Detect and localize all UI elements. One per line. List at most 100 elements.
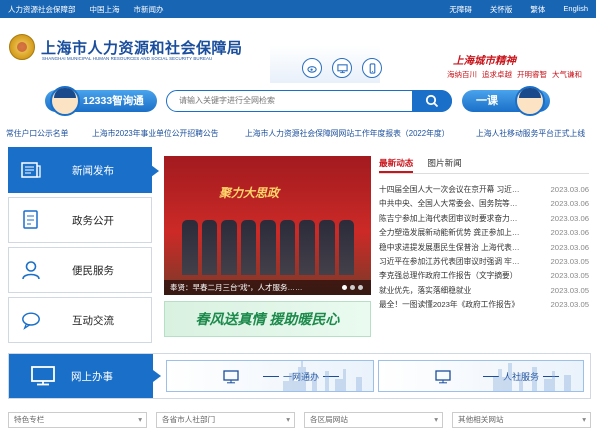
- news-title[interactable]: 稳中求进提发展惠民生保普治 上海代表…: [379, 241, 535, 255]
- assistant-avatar-icon[interactable]: [50, 86, 80, 116]
- list-item[interactable]: 全力塑造发展新动能新优势 龚正参加上… 2023.03.06: [379, 226, 589, 240]
- select-special-columns[interactable]: 特色专栏: [8, 412, 147, 428]
- select-other-sites[interactable]: 其他相关网站: [452, 412, 591, 428]
- monitor-icon: [435, 370, 451, 386]
- list-item[interactable]: 中共中央、全国人大常委会、国务院等… 2023.03.06: [379, 197, 589, 211]
- online-service-bar: 网上办事 一网通办 人社服务: [8, 353, 591, 399]
- chat-icon: [21, 310, 41, 330]
- online-service-label: 网上办事: [71, 370, 113, 383]
- link-mohrss[interactable]: 人力资源社会保障部: [8, 4, 76, 15]
- city-spirit-title: 上海城市精神: [453, 55, 516, 67]
- news-title[interactable]: 中共中央、全国人大常委会、国务院等…: [379, 197, 535, 211]
- search-input[interactable]: 请输入关键字进行全网检索: [166, 90, 452, 112]
- carousel-dot[interactable]: [350, 285, 355, 290]
- nav-public-service[interactable]: 便民服务: [8, 247, 152, 293]
- news-title[interactable]: 李克强总理作政府工作报告（文字摘要）: [379, 269, 535, 283]
- nav-label: 政务公开: [72, 214, 114, 227]
- one-net-service-button[interactable]: 一网通办: [166, 360, 374, 392]
- link-accessibility[interactable]: 无障碍: [449, 4, 472, 15]
- mobile-icon[interactable]: [362, 58, 382, 78]
- search-icon: [425, 94, 439, 108]
- select-district-sites[interactable]: 各区局网站: [304, 412, 443, 428]
- news-date: 2023.03.06: [550, 213, 589, 223]
- spirit-item: 开明睿智: [517, 70, 547, 79]
- list-item[interactable]: 稳中求进提发展惠民生保普治 上海代表… 2023.03.06: [379, 241, 589, 255]
- spirit-item: 追求卓越: [482, 70, 512, 79]
- desktop-icon[interactable]: [332, 58, 352, 78]
- link-china-shanghai[interactable]: 中国上海: [90, 4, 120, 15]
- news-title[interactable]: 全力塑造发展新动能新优势 龚正参加上…: [379, 226, 535, 240]
- news-date: 2023.03.05: [550, 256, 589, 266]
- site-header: 上海市人力资源和社会保障局 SHANGHAI MUNICIPAL HUMAN R…: [0, 18, 596, 85]
- list-item[interactable]: 习近平在参加江苏代表团审议时强调 牢… 2023.03.05: [379, 255, 589, 269]
- top-links-left: 人力资源社会保障部 中国上海 市新闻办: [8, 4, 164, 15]
- list-item[interactable]: 就业优先，落实落细稳就业 2023.03.05: [379, 284, 589, 298]
- news-carousel[interactable]: 聚力大思政 奉贤：早春二月三台“戏”，人才服务……: [164, 156, 371, 295]
- news-list-panel: 最新动态 图片新闻 十四届全国人大一次会议在京开幕 习近… 2023.03.06 …: [379, 156, 589, 338]
- news-title[interactable]: 最全！一图读懂2023年《政府工作报告》: [379, 298, 535, 312]
- carousel-dot[interactable]: [342, 285, 347, 290]
- ticker-item[interactable]: 上海市人力资源社会保障网网站工作年度报表（2022年度）: [245, 128, 449, 139]
- search-button[interactable]: [412, 90, 452, 112]
- news-title[interactable]: 习近平在参加江苏代表团审议时强调 牢…: [379, 255, 535, 269]
- newspaper-icon: [21, 160, 41, 180]
- monitor-icon: [31, 366, 55, 389]
- ticker-item[interactable]: 上海市2023年事业单位公开招聘公告: [92, 128, 219, 139]
- carousel-dots: [342, 285, 363, 290]
- news-title[interactable]: 就业优先，落实落细稳就业: [379, 284, 535, 298]
- nav-label: 新闻发布: [72, 164, 114, 177]
- spring-campaign-banner[interactable]: 春风送真情 援助暖民心: [164, 301, 371, 337]
- list-item[interactable]: 最全！一图读懂2023年《政府工作报告》 2023.03.05: [379, 298, 589, 312]
- carousel-banner-text: 聚力大思政: [219, 186, 280, 200]
- news-date: 2023.03.06: [550, 228, 589, 238]
- news-title[interactable]: 十四届全国人大一次会议在京开幕 习近…: [379, 183, 535, 197]
- news-items: 十四届全国人大一次会议在京开幕 习近… 2023.03.06 中共中央、全国人大常…: [379, 174, 589, 313]
- list-item[interactable]: 十四届全国人大一次会议在京开幕 习近… 2023.03.06: [379, 183, 589, 197]
- nav-interaction[interactable]: 互动交流: [8, 297, 152, 343]
- teacher-avatar-icon[interactable]: [515, 86, 545, 116]
- list-item[interactable]: 李克强总理作政府工作报告（文字摘要） 2023.03.05: [379, 269, 589, 283]
- news-date: 2023.03.05: [550, 300, 589, 310]
- select-provincial-depts[interactable]: 各省市人社部门: [156, 412, 295, 428]
- skyline-decoration: [283, 361, 362, 391]
- left-nav: 新闻发布 政务公开 便民服务 互动交流: [8, 147, 159, 347]
- user-icon: [21, 260, 41, 280]
- link-traditional[interactable]: 繁体: [530, 4, 545, 15]
- ticker-item[interactable]: 上海人社移动服务平台正式上线: [476, 128, 585, 139]
- tab-latest[interactable]: 最新动态: [379, 156, 414, 173]
- spirit-item: 大气谦和: [552, 70, 582, 79]
- news-date: 2023.03.06: [550, 185, 589, 194]
- hr-service-button[interactable]: 人社服务: [378, 360, 584, 392]
- spirit-item: 海纳百川: [447, 70, 477, 79]
- link-news-office[interactable]: 市新闻办: [134, 4, 164, 15]
- header-icons: [302, 58, 382, 78]
- weibo-icon[interactable]: [302, 58, 322, 78]
- news-tabs: 最新动态 图片新闻: [379, 156, 589, 174]
- link-selects: 特色专栏 各省市人社部门 各区局网站 其他相关网站: [8, 412, 591, 430]
- nav-news-release[interactable]: 新闻发布: [8, 147, 159, 193]
- emblem-icon[interactable]: [9, 34, 35, 60]
- link-care-mode[interactable]: 关怀版: [490, 4, 513, 15]
- nav-label: 便民服务: [72, 264, 114, 277]
- site-subtitle: SHANGHAI MUNICIPAL HUMAN RESOURCES AND S…: [42, 56, 213, 61]
- site-title[interactable]: 上海市人力资源和社会保障局: [41, 37, 243, 58]
- online-service-button[interactable]: 网上办事: [9, 354, 161, 398]
- carousel-caption[interactable]: 奉贤：早春二月三台“戏”，人才服务……: [164, 280, 371, 295]
- search-row: 12333智询通 请输入关键字进行全网检索 一课: [0, 85, 596, 118]
- news-title[interactable]: 陈吉宁参加上海代表团审议时要求奋力…: [379, 212, 535, 226]
- carousel-photo-people: [182, 220, 355, 275]
- nav-label: 互动交流: [72, 314, 114, 327]
- tab-photo-news[interactable]: 图片新闻: [427, 156, 461, 173]
- city-spirit-items: 海纳百川 追求卓越 开明睿智 大气谦和: [447, 69, 582, 80]
- nav-gov-affairs[interactable]: 政务公开: [8, 197, 152, 243]
- monitor-icon: [223, 370, 239, 386]
- news-date: 2023.03.05: [550, 285, 589, 295]
- news-date: 2023.03.06: [550, 242, 589, 252]
- list-item[interactable]: 陈吉宁参加上海代表团审议时要求奋力… 2023.03.06: [379, 212, 589, 226]
- top-bar: 人力资源社会保障部 中国上海 市新闻办 无障碍 关怀版 繁体 English: [0, 0, 596, 18]
- carousel-dot[interactable]: [358, 285, 363, 290]
- top-links-right: 无障碍 关怀版 繁体 English: [449, 4, 588, 15]
- document-icon: [21, 210, 41, 230]
- link-english[interactable]: English: [563, 4, 588, 15]
- ticker-item[interactable]: 常住户口公示名单: [6, 128, 68, 139]
